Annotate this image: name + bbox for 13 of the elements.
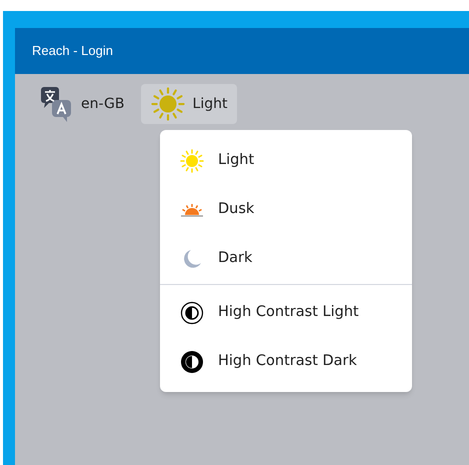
menu-item[interactable]: Dusk xyxy=(160,185,412,234)
language-button[interactable]: en-GB xyxy=(39,84,133,124)
contrast-icon xyxy=(180,350,204,374)
contrast-icon xyxy=(180,300,204,324)
sun-icon xyxy=(150,87,185,121)
translate-icon xyxy=(39,85,73,123)
menu-item[interactable]: Dark xyxy=(160,234,412,283)
menu-item[interactable]: High Contrast Light xyxy=(160,288,412,337)
sun-icon xyxy=(180,146,204,174)
menu-item[interactable]: High Contrast Dark xyxy=(160,337,412,386)
theme-button[interactable]: Light xyxy=(140,84,238,124)
menu-item[interactable]: Light xyxy=(160,136,412,185)
window-title: Reach - Login xyxy=(32,42,113,60)
